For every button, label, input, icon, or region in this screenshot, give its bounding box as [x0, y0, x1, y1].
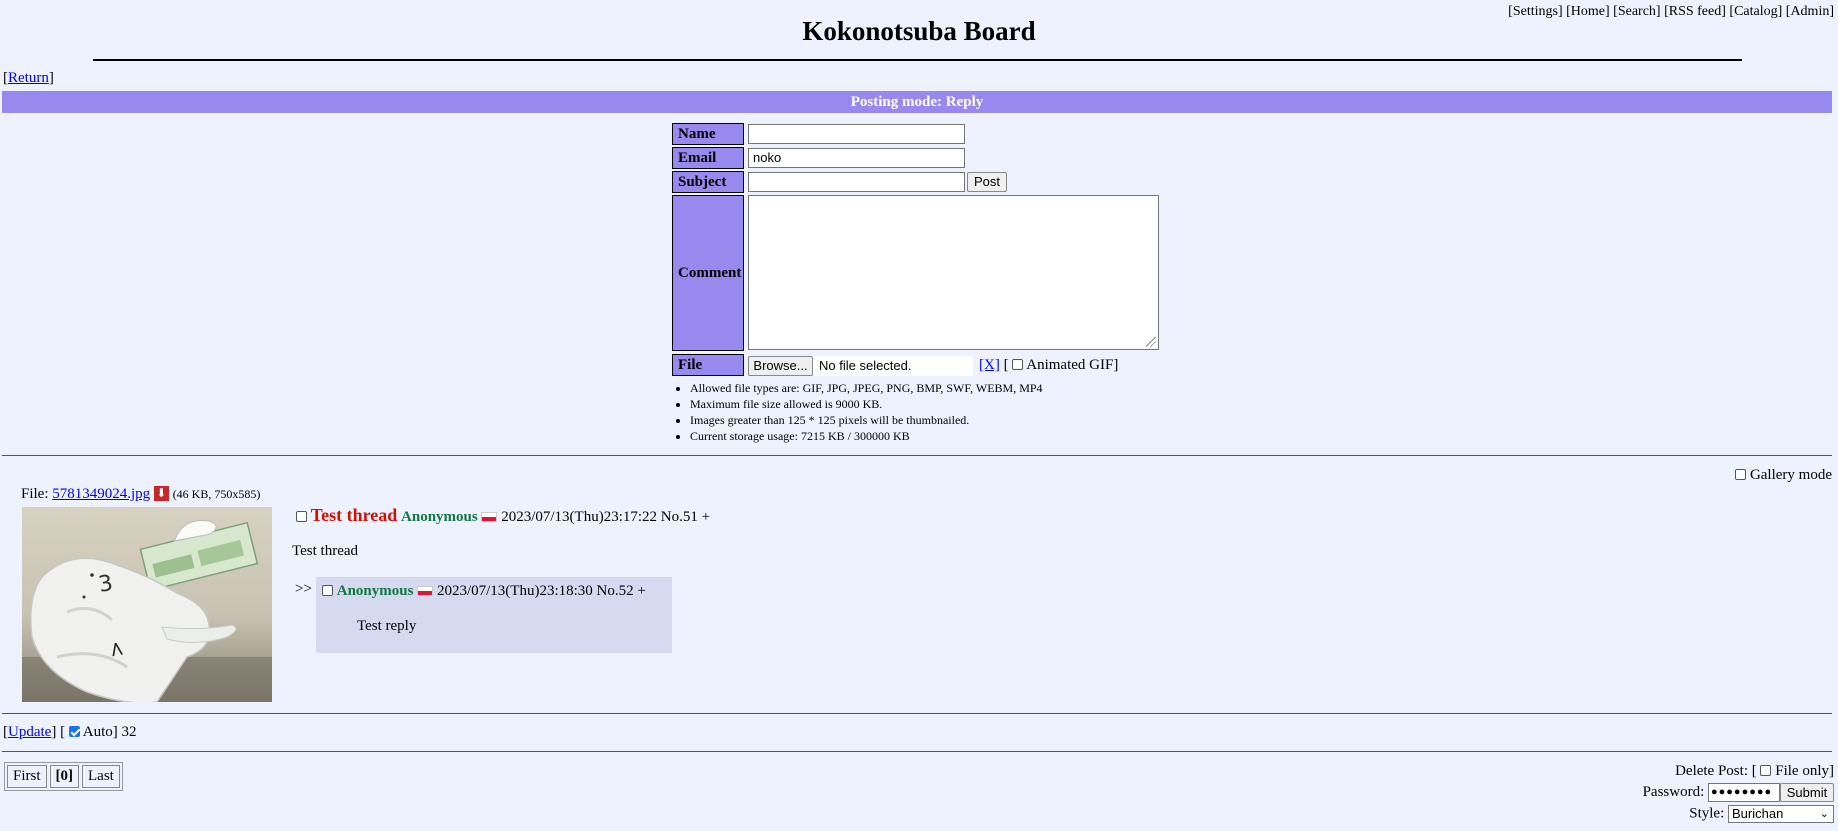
op-post-header: Test thread Anonymous 2023/07/13(Thu)23:…: [296, 505, 710, 526]
footer-divider: [2, 751, 1832, 752]
thumbnail-image: 3 <: [22, 507, 272, 702]
remove-file-link[interactable]: [X]: [979, 357, 1000, 373]
rule-item: Maximum file size allowed is 9000 KB.: [690, 396, 1043, 412]
gallery-mode-label: Gallery mode: [1749, 467, 1832, 483]
reply-post-number[interactable]: No.52: [597, 583, 634, 599]
subject-label: Subject: [672, 171, 744, 193]
board-title: Kokonotsuba Board: [802, 16, 1036, 46]
reply-select-checkbox[interactable]: [322, 585, 333, 596]
auto-update-label: Auto: [82, 724, 113, 740]
update-controls: [Update] [ Auto] 32: [3, 724, 137, 740]
submit-button[interactable]: Submit: [1780, 783, 1834, 802]
style-select[interactable]: Burichan ⌄: [1728, 805, 1834, 823]
file-options: [X] [ Animated GIF]: [979, 357, 1119, 373]
subject-field[interactable]: [748, 172, 965, 192]
thread-thumbnail[interactable]: 3 <: [22, 507, 272, 702]
return-link[interactable]: Return: [8, 70, 49, 86]
reply-post: Anonymous 2023/07/13(Thu)23:18:30 No.52 …: [316, 577, 672, 653]
email-field[interactable]: noko: [748, 148, 965, 168]
reply-arrows: >>: [295, 581, 312, 597]
style-selected: Burichan: [1732, 806, 1784, 821]
file-prefix: File:: [21, 486, 49, 502]
poland-flag-icon: [481, 512, 498, 522]
email-label: Email: [672, 147, 744, 169]
download-icon[interactable]: ⬇: [153, 486, 169, 501]
comment-label: Comment: [672, 195, 744, 351]
file-label: File: [672, 354, 744, 376]
name-label: Name: [672, 123, 744, 145]
reply-poster-name: Anonymous: [336, 583, 414, 599]
current-page: [0]: [49, 765, 80, 788]
op-post-number[interactable]: No.51: [661, 509, 698, 525]
chevron-down-icon: ⌄: [1819, 808, 1829, 820]
op-post-body: Test thread: [292, 543, 359, 559]
reply-datetime: 2023/07/13(Thu)23:18:30: [436, 583, 593, 599]
delete-post-label: Delete Post:: [1675, 763, 1748, 779]
posting-rules: Allowed file types are: GIF, JPG, JPEG, …: [676, 380, 1043, 444]
password-label: Password:: [1642, 783, 1705, 800]
browse-button[interactable]: Browse...: [748, 356, 813, 376]
return-nav: [Return]: [3, 70, 54, 86]
file-link[interactable]: 5781349024.jpg: [52, 486, 150, 502]
poland-flag-icon: [417, 586, 434, 596]
update-countdown: 32: [121, 724, 137, 740]
gallery-mode-checkbox[interactable]: [1735, 469, 1747, 480]
file-status: No file selected.: [813, 356, 973, 376]
file-info: File: 5781349024.jpg ⬇ (46 KB, 750x585): [21, 486, 260, 503]
style-label: Style:: [1689, 805, 1725, 822]
first-page-button[interactable]: First: [7, 765, 47, 788]
resize-grip-icon[interactable]: [1146, 337, 1156, 347]
rule-item: Images greater than 125 * 125 pixels wil…: [690, 412, 1043, 428]
animated-gif-checkbox[interactable]: [1012, 359, 1024, 370]
auto-update-checkbox[interactable]: [68, 726, 80, 737]
post-button[interactable]: Post: [967, 172, 1007, 192]
password-controls: Password: ●●●●●●●● Submit: [1643, 783, 1834, 802]
form-divider: [2, 455, 1832, 456]
animated-gif-label: Animated GIF: [1026, 357, 1114, 373]
name-field[interactable]: [748, 124, 965, 144]
op-datetime: 2023/07/13(Thu)23:17:22: [501, 509, 658, 525]
update-link[interactable]: Update: [8, 724, 51, 740]
file-only-checkbox[interactable]: [1760, 765, 1772, 776]
op-subject: Test thread: [310, 505, 398, 525]
reply-plus-button[interactable]: +: [637, 583, 645, 599]
delete-post-controls: Delete Post: [ File only]: [1675, 763, 1834, 779]
style-controls: Style: Burichan ⌄: [1689, 805, 1834, 823]
rule-item: Current storage usage: 7215 KB / 300000 …: [690, 428, 1043, 444]
rule-item: Allowed file types are: GIF, JPG, JPEG, …: [690, 380, 1043, 396]
posting-mode-bar: Posting mode: Reply: [2, 91, 1832, 113]
op-plus-button[interactable]: +: [702, 509, 710, 525]
title-divider: [93, 59, 1742, 61]
op-poster-name: Anonymous: [401, 509, 478, 525]
op-select-checkbox[interactable]: [296, 511, 307, 522]
password-field[interactable]: ●●●●●●●●: [1708, 783, 1780, 802]
last-page-button[interactable]: Last: [82, 765, 120, 788]
gallery-mode-toggle[interactable]: Gallery mode: [1735, 467, 1832, 484]
reply-header: Anonymous 2023/07/13(Thu)23:18:30 No.52 …: [322, 583, 646, 600]
file-only-label: File only: [1775, 763, 1829, 779]
comment-textarea[interactable]: [748, 195, 1159, 350]
thread-divider: [2, 713, 1832, 714]
pagination: First [0] Last: [4, 762, 123, 791]
reply-body: Test reply: [357, 618, 417, 634]
file-meta: (46 KB, 750x585): [172, 487, 261, 501]
